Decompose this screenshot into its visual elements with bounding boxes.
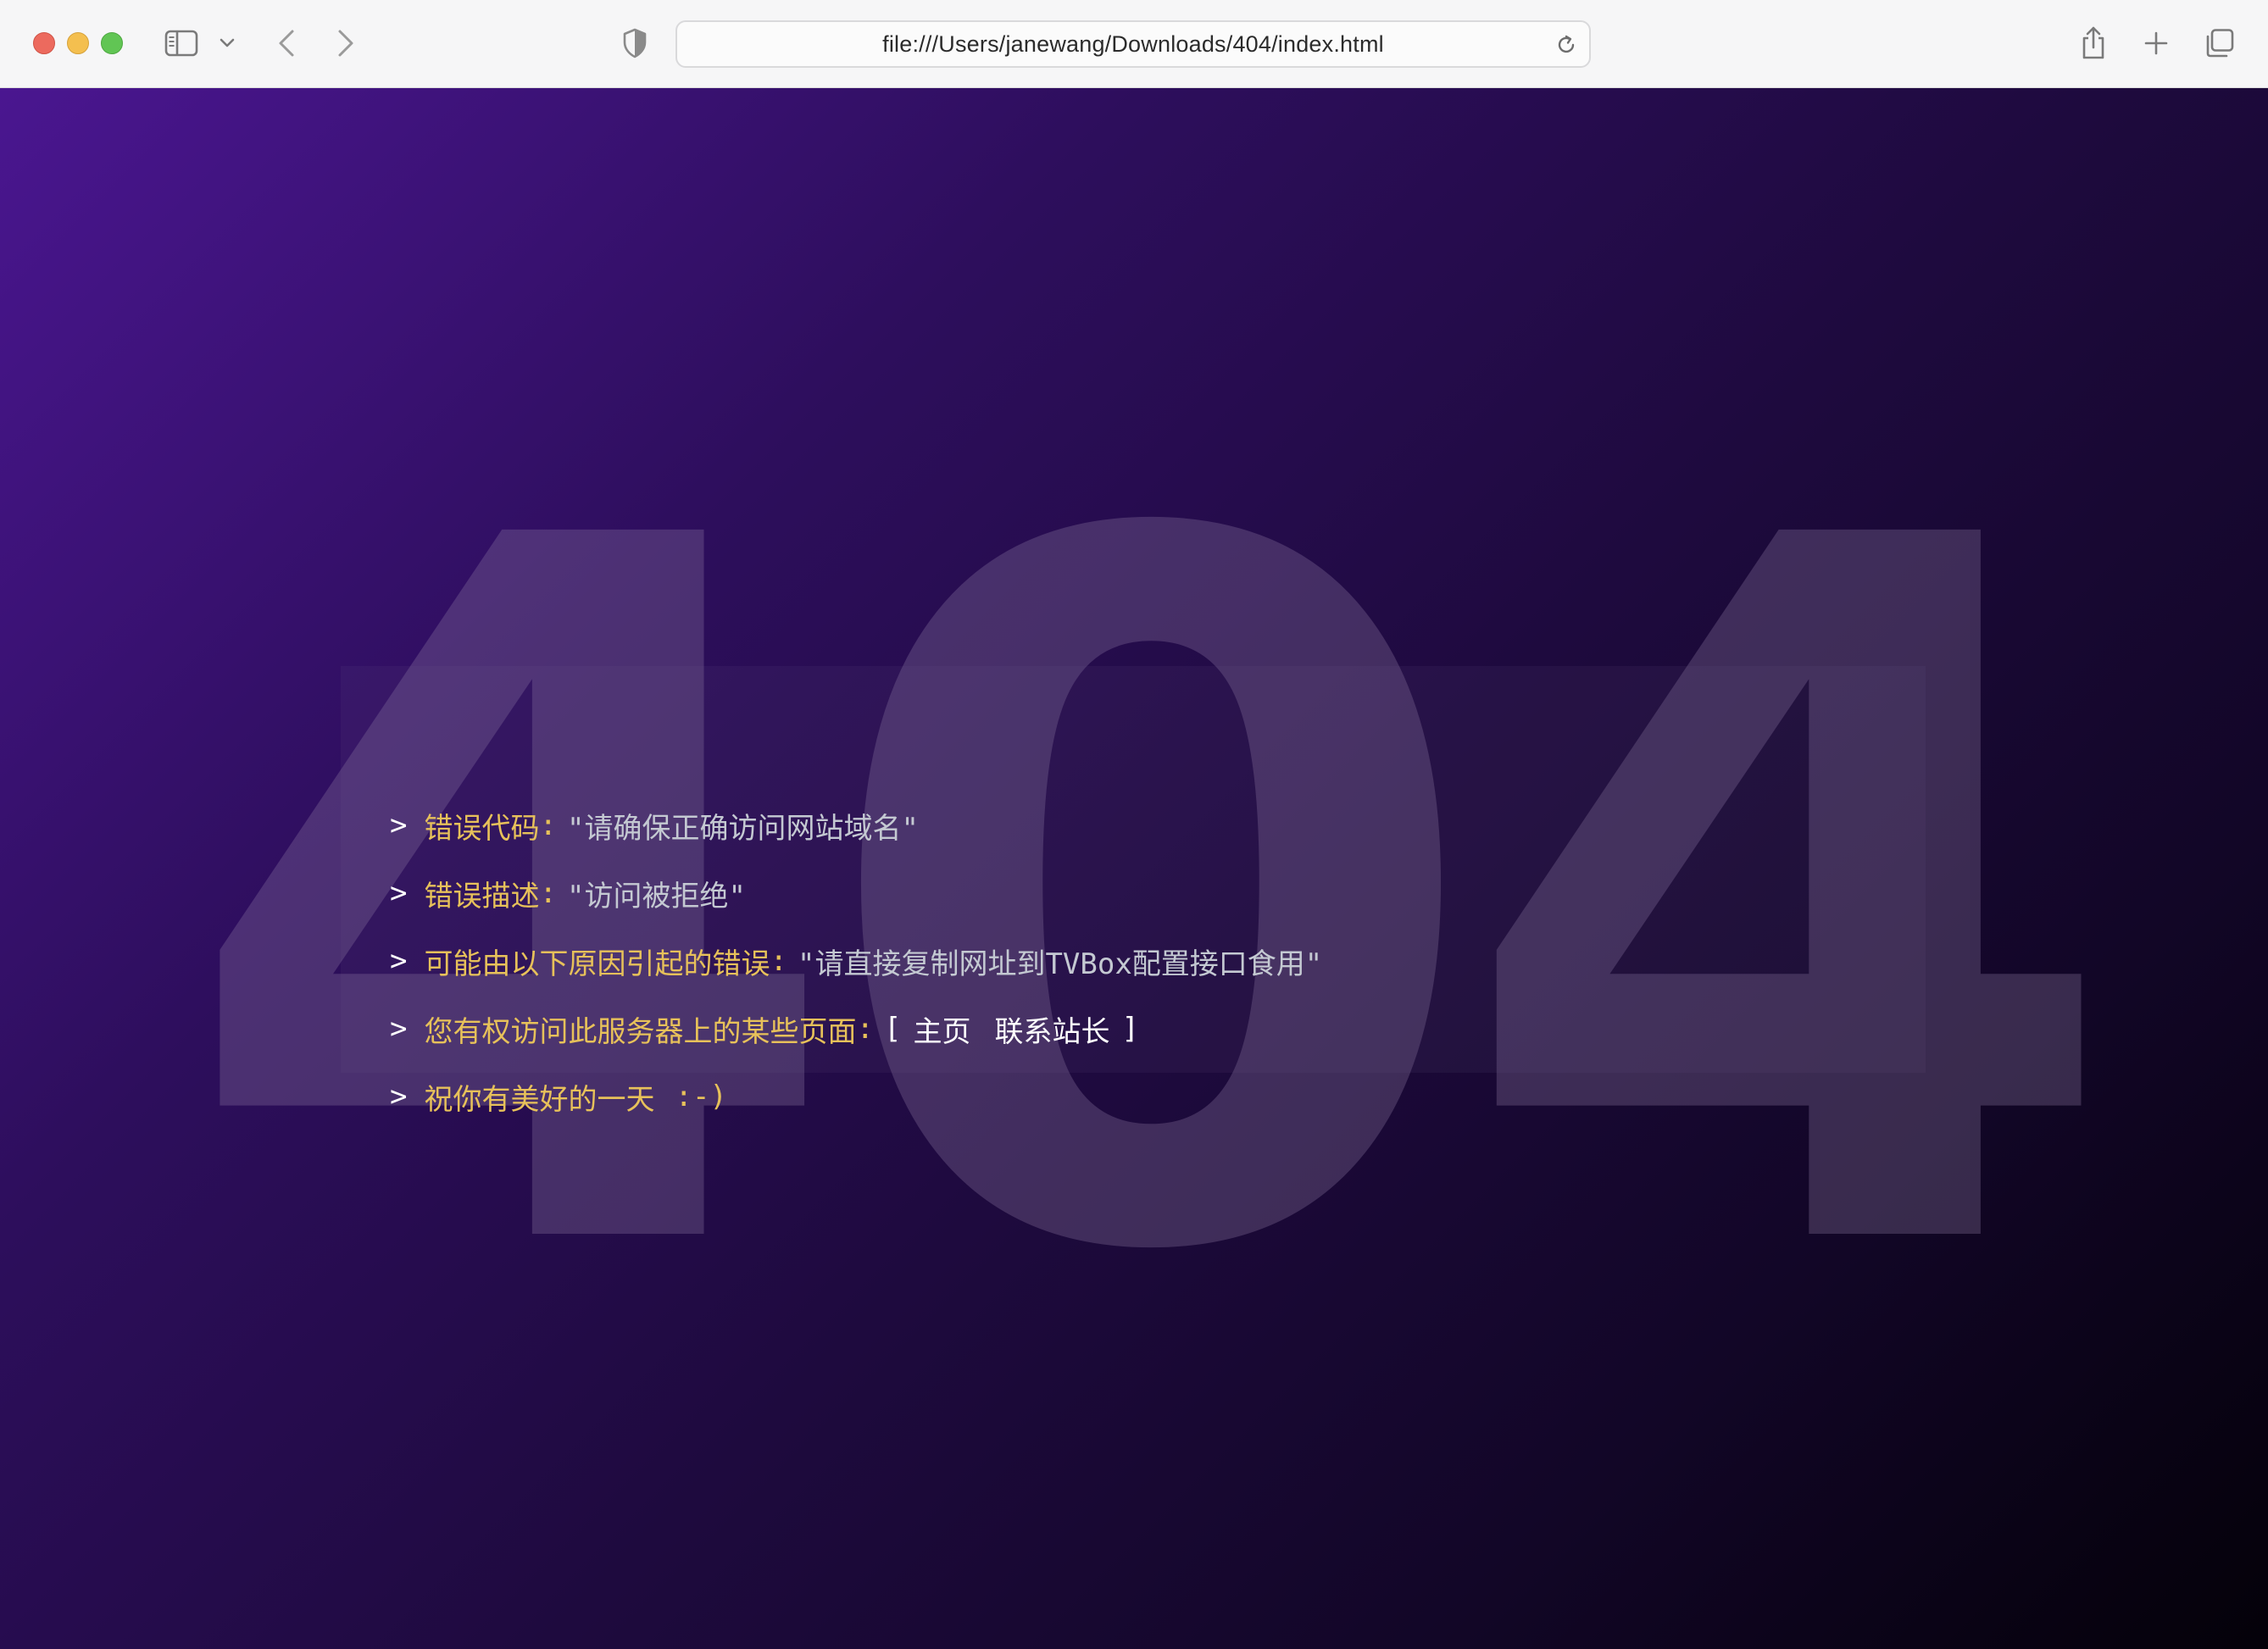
greeting-text: 祝你有美好的一天 <box>424 1082 655 1117</box>
privacy-report-button[interactable] <box>620 27 649 59</box>
bracket-close: ] <box>1121 1012 1139 1046</box>
message-lines: > 错误代码 : "请确保正确访问网站域名" > 错误描述 : "访问被拒绝" … <box>390 791 2000 1130</box>
colon: : <box>539 808 557 842</box>
prompt-symbol: > <box>390 876 408 910</box>
new-tab-button[interactable] <box>2139 25 2173 61</box>
reload-icon <box>1558 35 1575 53</box>
colon: : <box>539 876 557 910</box>
tab-overview-button[interactable] <box>2202 25 2237 61</box>
minimize-window-button[interactable] <box>67 32 89 54</box>
bracket-open: [ <box>883 1012 902 1046</box>
accessible-pages-line: > 您有权访问此服务器上的某些页面 : [ 主页 联系站长 ] <box>390 995 2000 1063</box>
back-button[interactable] <box>270 25 303 61</box>
plus-icon <box>2144 31 2168 55</box>
forward-button[interactable] <box>329 25 363 61</box>
error-code-label: 错误代码 <box>424 811 540 846</box>
error-code-line: > 错误代码 : "请确保正确访问网站域名" <box>390 791 2000 859</box>
prompt-symbol: > <box>390 1012 408 1046</box>
prompt-symbol: > <box>390 1080 408 1113</box>
reload-button[interactable] <box>1554 32 1579 58</box>
prompt-symbol: > <box>390 944 408 978</box>
contact-admin-link[interactable]: 联系站长 <box>994 1008 1109 1050</box>
address-url: file:///Users/janewang/Downloads/404/ind… <box>882 31 1384 57</box>
greeting-line: > 祝你有美好的一天 :-) <box>390 1063 2000 1130</box>
shield-icon <box>623 28 647 58</box>
share-button[interactable] <box>2076 24 2110 63</box>
chevron-left-icon <box>279 30 294 57</box>
sidebar-icon <box>164 30 198 57</box>
close-window-button[interactable] <box>33 32 55 54</box>
share-icon <box>2082 26 2104 59</box>
chevron-right-icon <box>338 30 353 57</box>
error-description-line: > 错误描述 : "访问被拒绝" <box>390 859 2000 927</box>
maximize-window-button[interactable] <box>101 32 123 54</box>
error-page: 404 > 错误代码 : "请确保正确访问网站域名" > 错误描述 : "访问被… <box>0 88 2268 1649</box>
accessible-pages-label: 您有权访问此服务器上的某些页面 <box>424 1014 857 1049</box>
colon: : <box>856 1012 874 1046</box>
home-link[interactable]: 主页 <box>913 1008 970 1050</box>
error-cause-value: "请直接复制网址到TVBox配置接口食用" <box>797 947 1323 981</box>
error-cause-line: > 可能由以下原因引起的错误 : "请直接复制网址到TVBox配置接口食用" <box>390 927 2000 995</box>
tabs-overview-icon <box>2206 29 2234 58</box>
error-cause-label: 可能由以下原因引起的错误 <box>424 947 770 981</box>
chevron-down-icon <box>220 38 235 47</box>
error-description-value: "访问被拒绝" <box>566 879 746 913</box>
colon: : <box>770 944 787 978</box>
sidebar-menu-button[interactable] <box>217 32 237 54</box>
smiley-text: :-) <box>675 1080 727 1113</box>
error-description-label: 错误描述 <box>424 879 540 913</box>
address-bar[interactable]: file:///Users/janewang/Downloads/404/ind… <box>675 20 1591 68</box>
browser-window: file:///Users/janewang/Downloads/404/ind… <box>0 0 2268 1649</box>
browser-toolbar: file:///Users/janewang/Downloads/404/ind… <box>0 0 2268 88</box>
error-code-value: "请确保正确访问网站域名" <box>566 811 919 846</box>
sidebar-toggle-button[interactable] <box>164 29 198 58</box>
prompt-symbol: > <box>390 808 408 842</box>
